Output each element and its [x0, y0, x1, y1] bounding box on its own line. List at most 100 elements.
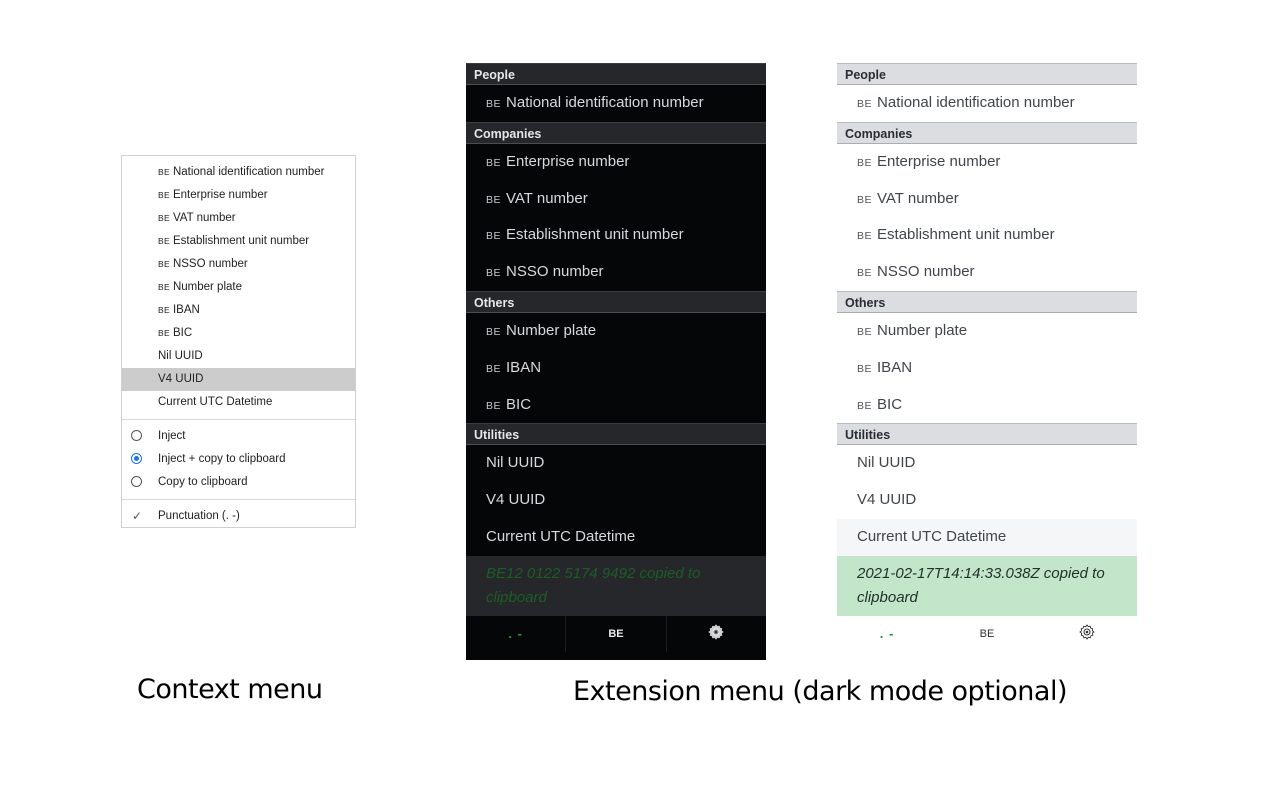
context-menu-generators: BE National identification number BE Enter… — [122, 161, 355, 414]
ctx-item-iban[interactable]: BE IBAN — [122, 299, 355, 322]
country-prefix: BE — [857, 362, 873, 375]
menu-item-label: BIC — [877, 395, 903, 413]
punctuation-icon: . - — [508, 626, 523, 642]
menu-item-label: Number plate — [877, 321, 968, 339]
section-header-people: People — [466, 63, 766, 85]
menu-item-v4-uuid[interactable]: V4 UUID — [466, 482, 766, 519]
menu-item-enterprise-number[interactable]: BE Enterprise number — [466, 144, 766, 181]
menu-item-number-plate[interactable]: BE Number plate — [837, 313, 1137, 350]
ctx-radio-inject[interactable]: Inject — [122, 425, 355, 448]
section-header-people: People — [837, 63, 1137, 85]
menu-item-current-utc-datetime[interactable]: Current UTC Datetime — [837, 518, 1137, 556]
country-prefix: BE — [857, 399, 873, 412]
ctx-item-enterprise-number[interactable]: BE Enterprise number — [122, 184, 355, 207]
ctx-radio-copy[interactable]: Copy to clipboard — [122, 471, 355, 494]
menu-item-label: IBAN — [877, 358, 913, 376]
country-prefix: BE — [486, 325, 502, 338]
country-prefix: BE — [486, 98, 502, 110]
ctx-item-vat-number[interactable]: BE VAT number — [122, 207, 355, 230]
menu-item-nil-uuid[interactable]: Nil UUID — [837, 445, 1137, 482]
menu-item-establishment-unit-number[interactable]: BE Establishment unit number — [466, 217, 766, 254]
checkmark-icon: ✓ — [132, 509, 143, 523]
country-prefix: BE — [486, 156, 502, 169]
menu-item-label: VAT number — [877, 189, 959, 207]
ctx-item-v4-uuid[interactable]: V4 UUID — [122, 368, 355, 391]
section-header-companies: Companies — [466, 121, 766, 144]
menu-item-enterprise-number[interactable]: BE Enterprise number — [837, 144, 1137, 181]
menu-item-iban[interactable]: BE IBAN — [837, 350, 1137, 387]
radio-selected-icon[interactable] — [131, 453, 142, 464]
country-prefix: BE — [486, 362, 502, 375]
ctx-item-number-plate[interactable]: BE Number plate — [122, 276, 355, 299]
menu-item-label: Current UTC Datetime — [857, 527, 1007, 545]
menu-item-establishment-unit-number[interactable]: BE Establishment unit number — [837, 217, 1137, 254]
menu-item-national-identification-number[interactable]: BE National identification number — [837, 85, 1137, 122]
menu-item-label: Nil UUID — [857, 454, 916, 472]
radio-icon[interactable] — [131, 430, 142, 441]
menu-item-label: National identification number — [506, 94, 704, 111]
radio-icon[interactable] — [131, 476, 142, 487]
menu-item-label: Establishment unit number — [877, 226, 1055, 244]
country-label: BE — [979, 627, 995, 640]
ctx-radio-inject-copy[interactable]: Inject + copy to clipboard — [122, 448, 355, 471]
menu-item-v4-uuid[interactable]: V4 UUID — [837, 482, 1137, 519]
country-selector[interactable]: BE — [937, 616, 1037, 652]
ctx-checkbox-punctuation[interactable]: ✓ Punctuation (. -) — [122, 505, 355, 528]
country-label: BE — [608, 627, 624, 640]
separator — [122, 499, 355, 500]
ctx-item-nil-uuid[interactable]: Nil UUID — [122, 345, 355, 368]
ctx-item-national-id[interactable]: BE National identification number — [122, 161, 355, 184]
ctx-item-establishment-unit[interactable]: BE Establishment unit number — [122, 230, 355, 253]
menu-item-label: BIC — [506, 395, 532, 413]
section-header-utilities: Utilities — [466, 423, 766, 446]
copied-toast: BE12 0122 5174 9492 copied to clipboard — [466, 555, 766, 616]
country-prefix: BE — [486, 230, 502, 243]
footer-toolbar: . - BE — [837, 616, 1137, 652]
punctuation-toggle[interactable]: . - — [466, 616, 565, 652]
ctx-item-nsso-number[interactable]: BE NSSO number — [122, 253, 355, 276]
menu-item-nsso-number[interactable]: BE NSSO number — [837, 254, 1137, 291]
menu-item-label: Enterprise number — [877, 152, 1001, 170]
menu-item-bic[interactable]: BE BIC — [466, 387, 766, 424]
menu-item-label: National identification number — [877, 94, 1075, 111]
country-prefix: BE — [857, 230, 873, 243]
menu-item-label: IBAN — [506, 358, 542, 376]
menu-item-label: Establishment unit number — [506, 226, 684, 244]
menu-item-vat-number[interactable]: BE VAT number — [837, 181, 1137, 218]
settings-button[interactable] — [1037, 616, 1137, 652]
country-prefix: BE — [857, 325, 873, 338]
menu-item-label: Current UTC Datetime — [486, 527, 636, 545]
punctuation-icon: . - — [879, 626, 895, 642]
separator — [122, 419, 355, 420]
menu-item-label: Number plate — [506, 321, 597, 339]
menu-item-iban[interactable]: BE IBAN — [466, 350, 766, 387]
ctx-item-utc-datetime[interactable]: Current UTC Datetime — [122, 391, 355, 414]
settings-button[interactable] — [665, 615, 766, 652]
section-header-companies: Companies — [837, 121, 1137, 144]
ctx-item-bic[interactable]: BE BIC — [122, 322, 355, 345]
country-selector[interactable]: BE — [565, 615, 665, 652]
menu-item-nil-uuid[interactable]: Nil UUID — [466, 445, 766, 482]
punctuation-toggle[interactable]: . - — [837, 616, 937, 652]
country-prefix: BE — [857, 267, 873, 280]
copied-toast: 2021-02-17T14:14:33.038Z copied to clipb… — [837, 555, 1137, 616]
caption-context-menu: Context menu — [137, 674, 323, 705]
extension-menu-light: People BE National identification number Co… — [837, 63, 1137, 663]
menu-item-label: V4 UUID — [857, 491, 917, 509]
menu-item-label: NSSO number — [877, 263, 975, 281]
menu-item-national-identification-number[interactable]: BE National identification number — [466, 85, 766, 122]
menu-item-label: Enterprise number — [506, 152, 630, 170]
menu-item-label: V4 UUID — [486, 491, 546, 509]
menu-item-bic[interactable]: BE BIC — [837, 387, 1137, 424]
section-header-others: Others — [466, 290, 766, 313]
extension-menu-dark: People BE National identification number Co… — [466, 63, 766, 660]
country-prefix: BE — [486, 267, 502, 280]
gear-icon — [1079, 624, 1095, 643]
country-prefix: BE — [486, 193, 502, 206]
menu-item-current-utc-datetime[interactable]: Current UTC Datetime — [466, 519, 766, 556]
menu-item-label: Nil UUID — [486, 454, 545, 472]
menu-item-vat-number[interactable]: BE VAT number — [466, 181, 766, 218]
menu-item-nsso-number[interactable]: BE NSSO number — [466, 254, 766, 291]
menu-item-number-plate[interactable]: BE Number plate — [466, 313, 766, 350]
country-prefix: BE — [857, 156, 873, 169]
